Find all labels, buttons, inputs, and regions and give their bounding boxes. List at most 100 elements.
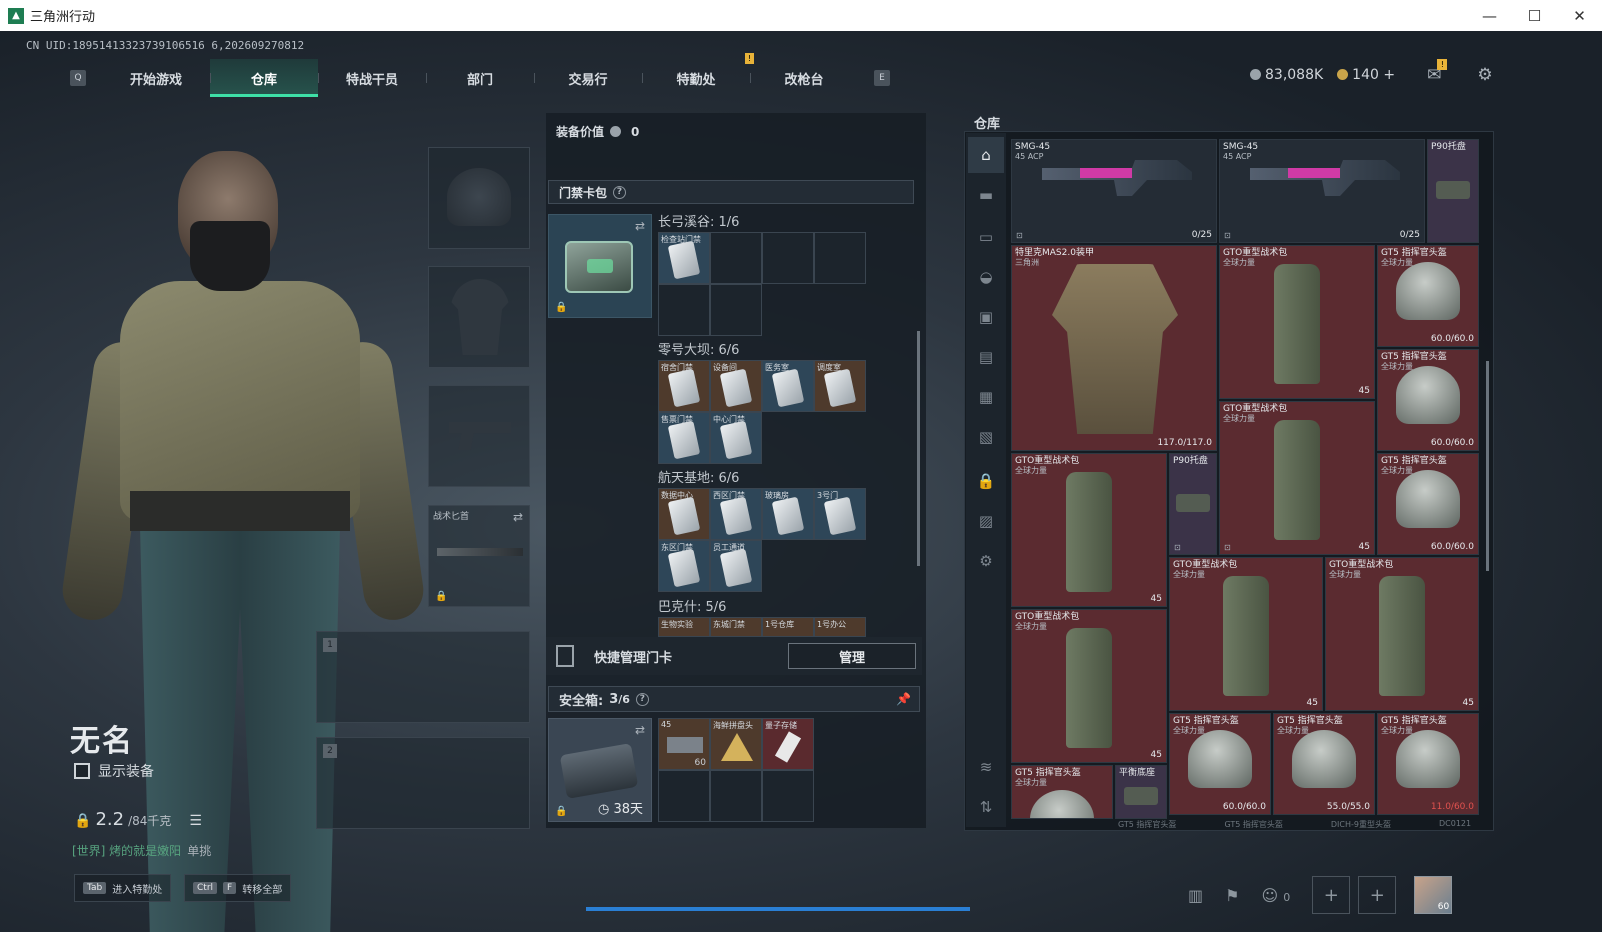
empty-cell[interactable] xyxy=(814,232,866,284)
warehouse-item[interactable]: P90托盘 xyxy=(1427,139,1479,243)
keycard-cell[interactable]: 3号门 xyxy=(814,488,866,540)
category-armor-icon[interactable]: ▣ xyxy=(972,303,1000,331)
list-icon[interactable]: ☰ xyxy=(189,813,202,829)
tab-department[interactable]: 部门 xyxy=(426,59,534,97)
swap-icon[interactable]: ⇄ xyxy=(635,723,645,737)
keycard-cell[interactable]: 西区门禁 xyxy=(710,488,762,540)
warehouse-item[interactable]: GT5 指挥官头盔 全球力量 60.0/60.0 xyxy=(1169,713,1271,815)
warehouse-item[interactable]: GT5 指挥官头盔 全球力量 60.0/60.0 xyxy=(1377,453,1479,555)
warehouse-item[interactable]: P90托盘 ⊡ xyxy=(1169,453,1217,555)
empty-cell[interactable] xyxy=(710,284,762,336)
nav-left-key[interactable]: Q xyxy=(70,70,86,86)
show-equipment-checkbox[interactable] xyxy=(74,763,90,779)
help-icon[interactable]: ? xyxy=(613,185,627,199)
hint-transfer-all[interactable]: Ctrl F 转移全部 xyxy=(184,874,292,902)
safebox-slot[interactable]: ⇄ 🔒 ◷ 38天 xyxy=(548,718,652,822)
warehouse-item[interactable]: 平衡底座 xyxy=(1115,765,1167,819)
warehouse-item[interactable]: GTO重型战术包 全球力量 45 xyxy=(1011,609,1167,763)
safebox-item[interactable]: 量子存储 xyxy=(762,718,814,770)
minimize-button[interactable]: — xyxy=(1467,0,1512,31)
warehouse-item[interactable]: GT5 指挥官头盔 全球力量 60.0/60.0 xyxy=(1377,245,1479,347)
maximize-button[interactable]: ☐ xyxy=(1512,0,1557,31)
chat-line[interactable]: [世界] 烤的就是嫩阳 单挑 xyxy=(72,842,211,859)
avatar[interactable]: 60 xyxy=(1414,876,1453,914)
keycard-cell[interactable]: 生物实验 xyxy=(658,617,710,637)
warehouse-item[interactable]: SMG-45 45 ACP ⊡ 0/25 xyxy=(1011,139,1217,243)
pistol-slot[interactable] xyxy=(428,385,530,487)
category-bag-icon[interactable]: ▤ xyxy=(972,343,1000,371)
stack-icon[interactable]: ≋ xyxy=(972,753,1000,781)
friends-icon[interactable]: ☺ 0 xyxy=(1261,886,1290,905)
warehouse-item[interactable]: GTO重型战术包 全球力量 45 xyxy=(1219,245,1375,399)
tab-trading[interactable]: 交易行 xyxy=(534,59,642,97)
keycard-cell[interactable]: 员工通道 xyxy=(710,540,762,592)
keycard-cell[interactable]: 1号办公 xyxy=(814,617,866,637)
helmet-slot[interactable] xyxy=(428,147,530,249)
keycard-cell[interactable]: 玻璃房 xyxy=(762,488,814,540)
safebox-item[interactable]: 海鲜拼盘头 xyxy=(710,718,762,770)
nav-right-key[interactable]: E xyxy=(874,70,890,86)
add-teammate-button[interactable]: + xyxy=(1358,876,1397,914)
warehouse-item[interactable]: GT5 指挥官头盔 全球力量 xyxy=(1011,765,1113,819)
keycard-case-slot[interactable]: ⇄ 🔒 xyxy=(548,214,652,318)
safebox-item[interactable]: 45 60 xyxy=(658,718,710,770)
keycard-cell[interactable]: 检查站门禁 xyxy=(658,232,710,284)
help-icon[interactable]: ? xyxy=(635,692,649,706)
warehouse-item[interactable]: GTO重型战术包 全球力量 45 xyxy=(1325,557,1479,711)
primary-weapon-slot-1[interactable]: 1 xyxy=(316,631,530,723)
add-teammate-button[interactable]: + xyxy=(1312,876,1351,914)
swap-icon[interactable]: ⇄ xyxy=(513,510,523,524)
category-helmet-icon[interactable]: ◒ xyxy=(972,263,1000,291)
add-gold-button[interactable]: + xyxy=(1383,67,1395,83)
knife-slot[interactable]: 战术匕首 ⇄ 🔒 xyxy=(428,505,530,607)
category-all-icon[interactable]: ⌂ xyxy=(968,137,1004,173)
close-button[interactable]: ✕ xyxy=(1557,0,1602,31)
gold-currency[interactable]: 140 + xyxy=(1337,67,1395,83)
keycard-cell[interactable]: 调度室 xyxy=(814,360,866,412)
manage-button[interactable]: 管理 xyxy=(788,643,916,669)
keycard-scrollbar[interactable] xyxy=(917,331,920,566)
stats-chart-icon[interactable]: ▥ xyxy=(1188,886,1203,905)
empty-cell[interactable] xyxy=(710,232,762,284)
tab-gunsmith[interactable]: 改枪台 xyxy=(750,59,858,97)
warehouse-item[interactable]: 特里克MAS2.0装甲 三角洲 117.0/117.0 xyxy=(1011,245,1217,451)
keycard-cell[interactable]: 设备间 xyxy=(710,360,762,412)
tab-operators[interactable]: 特战干员 xyxy=(318,59,426,97)
category-chest-icon[interactable]: ▦ xyxy=(972,383,1000,411)
category-other-icon[interactable]: ⚙ xyxy=(972,547,1000,575)
empty-cell[interactable] xyxy=(658,284,710,336)
category-collectibles-icon[interactable]: ▨ xyxy=(972,507,1000,535)
keycard-cell[interactable]: 东区门禁 xyxy=(658,540,710,592)
warehouse-item[interactable]: GTO重型战术包 全球力量 45 xyxy=(1169,557,1323,711)
category-smg-icon[interactable]: ▭ xyxy=(972,223,1000,251)
flag-icon[interactable]: ⚑ xyxy=(1225,886,1239,905)
armor-slot[interactable] xyxy=(428,266,530,368)
warehouse-item[interactable]: GT5 指挥官头盔 全球力量 60.0/60.0 xyxy=(1377,349,1479,451)
empty-cell[interactable] xyxy=(658,770,710,822)
sort-icon[interactable]: ⇅ xyxy=(972,793,1000,821)
pin-icon[interactable]: 📌 xyxy=(896,692,911,706)
category-keys-icon[interactable]: 🔒 xyxy=(972,467,1000,495)
swap-icon[interactable]: ⇄ xyxy=(635,219,645,233)
hint-enter-special-ops[interactable]: Tab 进入特勤处 xyxy=(74,874,172,902)
warehouse-scrollbar[interactable] xyxy=(1486,361,1489,571)
warehouse-item[interactable]: SMG-45 45 ACP ⊡ 0/25 xyxy=(1219,139,1425,243)
keycard-cell[interactable]: 中心门禁 xyxy=(710,412,762,464)
warehouse-item[interactable]: GT5 指挥官头盔 全球力量 55.0/55.0 xyxy=(1273,713,1375,815)
settings-gear-icon[interactable]: ⚙ xyxy=(1477,65,1492,85)
keycard-cell[interactable]: 东城门禁 xyxy=(710,617,762,637)
empty-cell[interactable] xyxy=(762,770,814,822)
tab-warehouse[interactable]: 仓库 xyxy=(210,59,318,97)
category-attachment-icon[interactable]: ▧ xyxy=(972,423,1000,451)
primary-weapon-slot-2[interactable]: 2 xyxy=(316,737,530,829)
empty-cell[interactable] xyxy=(710,770,762,822)
keycard-cell[interactable]: 数据中心 xyxy=(658,488,710,540)
tab-start-game[interactable]: 开始游戏 xyxy=(102,59,210,97)
mail-icon[interactable]: ✉! xyxy=(1427,59,1448,85)
empty-cell[interactable] xyxy=(762,232,814,284)
tab-special-ops[interactable]: 特勤处 xyxy=(642,59,750,97)
warehouse-item[interactable]: GTO重型战术包 全球力量 ⊡ 45 xyxy=(1219,401,1375,555)
keycard-cell[interactable]: 售票门禁 xyxy=(658,412,710,464)
keycard-cell[interactable]: 宿舍门禁 xyxy=(658,360,710,412)
warehouse-item[interactable]: GTO重型战术包 全球力量 45 xyxy=(1011,453,1167,607)
